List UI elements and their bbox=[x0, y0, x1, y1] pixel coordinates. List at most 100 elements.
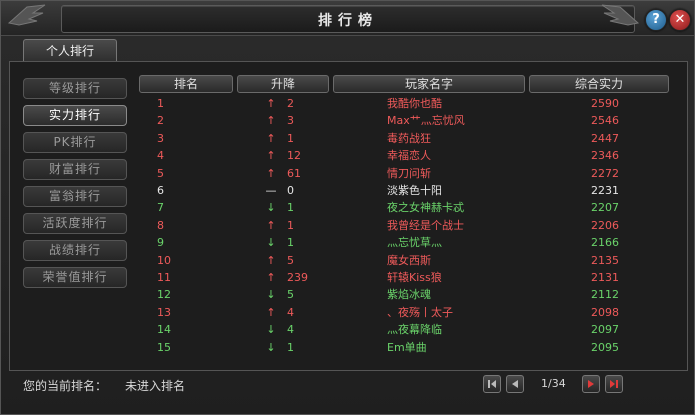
rank-cell: 15 bbox=[157, 340, 171, 354]
change-cell: 61 bbox=[287, 166, 301, 180]
last-page-button[interactable] bbox=[605, 375, 623, 393]
power-cell: 2447 bbox=[591, 131, 619, 145]
change-cell: 239 bbox=[287, 271, 308, 284]
power-cell: 2272 bbox=[591, 166, 619, 180]
help-icon: ? bbox=[652, 12, 660, 27]
table-row[interactable]: 13 ↑ 4 、夜殇丨太子 2098 bbox=[137, 304, 679, 321]
menu-item[interactable]: 实力排行 bbox=[23, 105, 127, 126]
ranking-menu: 等级排行实力排行 PK排行财富排行富翁排行活跃度排行战绩排行荣誉值排行 bbox=[23, 78, 131, 294]
player-name-cell: 我曾经是个战士 bbox=[387, 218, 464, 232]
my-rank-label: 您的当前排名： bbox=[23, 379, 108, 393]
power-cell: 2207 bbox=[591, 201, 619, 215]
menu-item[interactable]: 活跃度排行 bbox=[23, 213, 127, 234]
table-row[interactable]: 4 ↑ 12 幸福恋人 2346 bbox=[137, 147, 679, 164]
menu-item[interactable]: PK排行 bbox=[23, 132, 127, 153]
column-header-rank[interactable]: 排名 bbox=[139, 75, 233, 93]
change-cell: 1 bbox=[287, 201, 294, 215]
title-bar: 排行榜 ? ✕ bbox=[1, 1, 694, 36]
trend-arrow-icon: ↓ bbox=[266, 236, 276, 250]
power-cell: 2590 bbox=[591, 97, 619, 110]
player-name-cell: 灬夜幕降临 bbox=[387, 323, 442, 337]
rank-cell: 4 bbox=[157, 149, 164, 163]
trend-arrow-icon: ↑ bbox=[266, 166, 276, 180]
column-header-change[interactable]: 升降 bbox=[237, 75, 329, 93]
table-row[interactable]: 10 ↑ 5 魔女西斯 2135 bbox=[137, 252, 679, 269]
table-row[interactable]: 7 ↓ 1 夜之女神赫卡忒 2207 bbox=[137, 199, 679, 216]
power-cell: 2166 bbox=[591, 236, 619, 250]
rank-cell: 8 bbox=[157, 218, 164, 232]
player-name-cell: 夜之女神赫卡忒 bbox=[387, 201, 464, 215]
change-cell: 3 bbox=[287, 114, 294, 128]
power-cell: 2097 bbox=[591, 323, 619, 337]
rank-cell: 10 bbox=[157, 253, 171, 267]
player-name-cell: 我酷你也酷 bbox=[387, 97, 442, 110]
table-row[interactable]: 14 ↓ 4 灬夜幕降临 2097 bbox=[137, 321, 679, 338]
table-row[interactable]: 3 ↑ 1 毒药战狂 2447 bbox=[137, 130, 679, 147]
trend-arrow-icon: ↓ bbox=[266, 323, 276, 337]
power-cell: 2206 bbox=[591, 218, 619, 232]
window-title: 排行榜 bbox=[318, 13, 378, 29]
power-cell: 2098 bbox=[591, 305, 619, 319]
trend-arrow-icon: ↑ bbox=[266, 271, 276, 284]
last-page-icon bbox=[610, 380, 618, 388]
first-page-button[interactable] bbox=[483, 375, 501, 393]
trend-arrow-icon: ↑ bbox=[266, 114, 276, 128]
close-icon: ✕ bbox=[674, 12, 686, 27]
prev-page-icon bbox=[512, 380, 518, 388]
close-button[interactable]: ✕ bbox=[669, 9, 691, 31]
table-row[interactable]: 2 ↑ 3 Max艹灬忘忧风 2546 bbox=[137, 112, 679, 129]
rank-cell: 1 bbox=[157, 97, 164, 110]
change-cell: 2 bbox=[287, 97, 294, 110]
menu-item[interactable]: 等级排行 bbox=[23, 78, 127, 99]
player-name-cell: 情刀问斩 bbox=[387, 166, 431, 180]
trend-arrow-icon: — bbox=[265, 184, 277, 197]
trend-arrow-icon: ↓ bbox=[266, 340, 276, 354]
column-header-power[interactable]: 综合实力 bbox=[529, 75, 669, 93]
table-row[interactable]: 15 ↓ 1 Em单曲 2095 bbox=[137, 339, 679, 356]
menu-item[interactable]: 战绩排行 bbox=[23, 240, 127, 261]
table-row[interactable]: 11 ↑ 239 轩辕Kiss狼 2131 bbox=[137, 269, 679, 286]
trend-arrow-icon: ↓ bbox=[266, 201, 276, 215]
power-cell: 2135 bbox=[591, 253, 619, 267]
power-cell: 2231 bbox=[591, 184, 619, 197]
next-page-icon bbox=[588, 380, 594, 388]
player-name-cell: Em单曲 bbox=[387, 340, 427, 354]
tab-personal-ranking[interactable]: 个人排行 bbox=[23, 39, 117, 62]
change-cell: 1 bbox=[287, 236, 294, 250]
trend-arrow-icon: ↑ bbox=[266, 149, 276, 163]
player-name-cell: 毒药战狂 bbox=[387, 131, 431, 145]
change-cell: 0 bbox=[287, 184, 294, 197]
change-cell: 4 bbox=[287, 323, 294, 337]
trend-arrow-icon: ↑ bbox=[266, 97, 276, 110]
table-row[interactable]: 6 — 0 淡紫色十阳 2231 bbox=[137, 182, 679, 199]
rank-cell: 14 bbox=[157, 323, 171, 337]
help-button[interactable]: ? bbox=[645, 9, 667, 31]
table-row[interactable]: 5 ↑ 61 情刀问斩 2272 bbox=[137, 165, 679, 182]
table-row[interactable]: 9 ↓ 1 灬忘忧草灬 2166 bbox=[137, 234, 679, 251]
table-row[interactable]: 8 ↑ 1 我曾经是个战士 2206 bbox=[137, 217, 679, 234]
menu-item[interactable]: 财富排行 bbox=[23, 159, 127, 180]
player-name-cell: 轩辕Kiss狼 bbox=[387, 271, 442, 284]
rank-cell: 12 bbox=[157, 288, 171, 302]
rank-cell: 9 bbox=[157, 236, 164, 250]
trend-arrow-icon: ↓ bbox=[266, 288, 276, 302]
my-rank-value: 未进入排名 bbox=[125, 379, 186, 393]
table-row[interactable]: 12 ↓ 5 紫焰冰魂 2112 bbox=[137, 286, 679, 303]
wing-ornament-icon bbox=[601, 4, 640, 26]
next-page-button[interactable] bbox=[582, 375, 600, 393]
rank-cell: 2 bbox=[157, 114, 164, 128]
menu-item[interactable]: 富翁排行 bbox=[23, 186, 127, 207]
change-cell: 1 bbox=[287, 340, 294, 354]
column-header-player-name[interactable]: 玩家名字 bbox=[333, 75, 525, 93]
trend-arrow-icon: ↑ bbox=[266, 305, 276, 319]
title-plate: 排行榜 bbox=[61, 5, 635, 33]
prev-page-button[interactable] bbox=[506, 375, 524, 393]
rank-cell: 5 bbox=[157, 166, 164, 180]
power-cell: 2095 bbox=[591, 340, 619, 354]
table-row[interactable]: 1 ↑ 2 我酷你也酷 2590 bbox=[137, 95, 679, 112]
change-cell: 4 bbox=[287, 305, 294, 319]
menu-item[interactable]: 荣誉值排行 bbox=[23, 267, 127, 288]
change-cell: 5 bbox=[287, 253, 294, 267]
page-indicator: 1/34 bbox=[541, 377, 566, 390]
change-cell: 1 bbox=[287, 131, 294, 145]
